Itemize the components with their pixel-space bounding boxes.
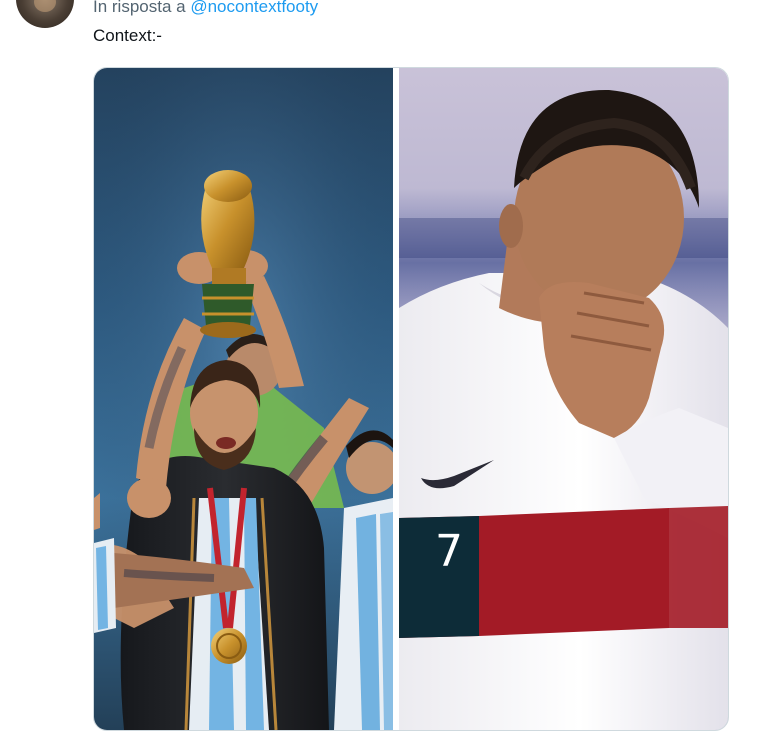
user-avatar[interactable] [16,0,74,28]
trophy-celebration-illustration [94,68,393,730]
media-photo-right[interactable]: 7 [399,68,728,730]
media-photo-left[interactable] [94,68,393,730]
crying-player-illustration [399,89,728,730]
tweet-text: Context:- [93,26,162,45]
reply-prefix: In risposta a [93,0,186,16]
reply-handle-link[interactable]: @nocontextfooty [190,0,318,16]
media-grid: 7 [93,67,729,731]
shirt-number: 7 [435,526,463,577]
reply-context: In risposta a @nocontextfooty [93,0,318,17]
